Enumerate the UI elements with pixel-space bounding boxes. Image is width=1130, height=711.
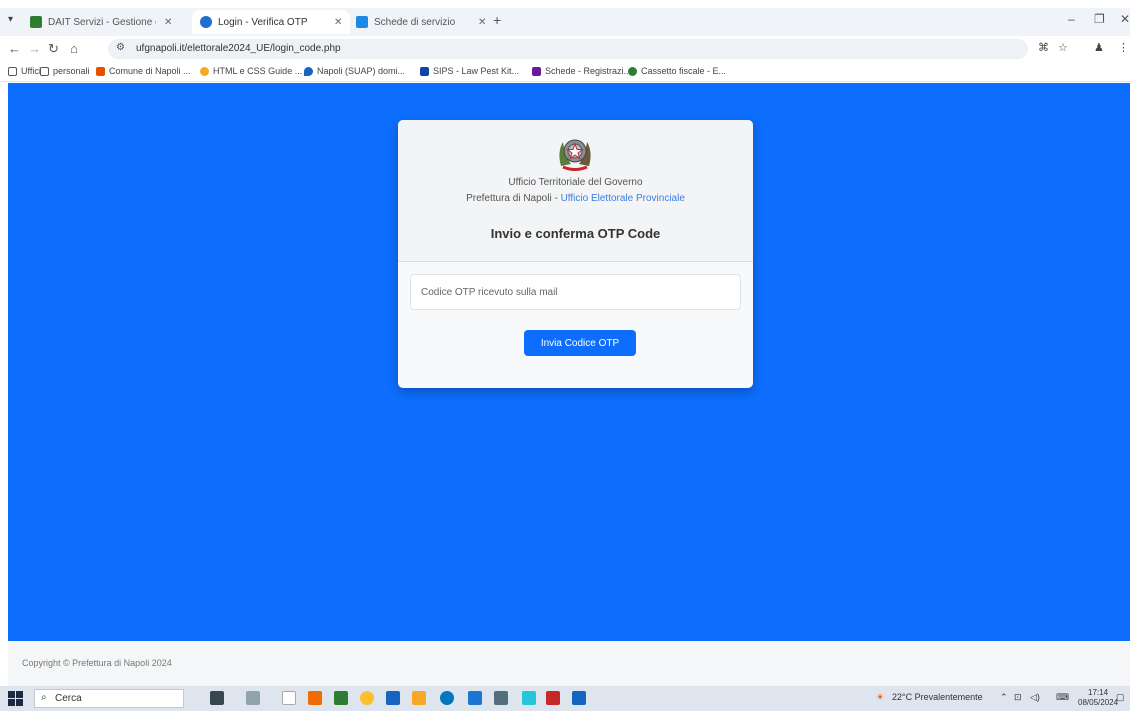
tab-title: Login - Verifica OTP [218, 16, 308, 28]
weather-icon[interactable]: ☀ [876, 692, 884, 703]
address-bar[interactable]: ⚙ ufgnapoli.it/elettorale2024_UE/login_c… [108, 39, 1028, 59]
network-icon[interactable]: ⊡ [1014, 692, 1022, 703]
send-otp-button[interactable]: Invia Codice OTP [524, 330, 636, 356]
profile-icon[interactable]: ♟ [1094, 41, 1104, 54]
bookmark-favicon-icon [200, 66, 209, 76]
file-explorer-icon[interactable] [412, 691, 426, 705]
url-text[interactable]: ufgnapoli.it/elettorale2024_UE/login_cod… [136, 43, 341, 54]
bookmark-folder-uffici[interactable]: Uffici [8, 66, 41, 76]
page-footer: Copyright © Prefettura di Napoli 2024 [8, 641, 1130, 686]
clock-date: 08/05/2024 [1078, 698, 1119, 707]
task-view-icon[interactable] [246, 691, 260, 705]
tray-chevron-icon[interactable]: ⌃ [1000, 692, 1008, 703]
volume-icon[interactable]: ◁) [1030, 692, 1040, 703]
tab-dait-servizi[interactable]: DAIT Servizi - Gestione elettorale ✕ [22, 10, 180, 34]
bookmark-napoli-suap[interactable]: Napoli (SUAP) domi... [304, 66, 405, 76]
menu-icon[interactable]: ⋮ [1118, 41, 1129, 54]
excel-icon[interactable] [334, 691, 348, 705]
page-content: Ufficio Territoriale del Governo Prefett… [8, 83, 1130, 641]
folder-icon [40, 66, 49, 76]
outlook-icon[interactable] [572, 691, 586, 705]
org-name: Ufficio Territoriale del Governo [508, 177, 643, 188]
keyboard-icon[interactable]: ⌨ [1056, 692, 1069, 703]
close-icon[interactable]: ✕ [164, 17, 172, 28]
org-prefix: Prefettura di Napoli - [466, 193, 561, 204]
windows-start-icon[interactable] [8, 691, 23, 706]
windows-taskbar: ⌕ Cerca ☀ 22°C Prevalentemente ⌃ ⊡ ◁) ⌨ … [0, 686, 1130, 711]
bookmark-star-icon[interactable]: ☆ [1058, 41, 1068, 54]
card-header: Ufficio Territoriale del Governo Prefett… [398, 120, 753, 262]
bookmarks-bar: Uffici personali Comune di Napoli ... HT… [0, 62, 1130, 82]
reload-icon[interactable]: ↻ [48, 41, 59, 57]
taskbar-clock[interactable]: 17:14 08/05/2024 [1078, 688, 1118, 708]
bookmark-comune-napoli[interactable]: Comune di Napoli ... [96, 66, 191, 76]
tab-title: DAIT Servizi - Gestione elettorale [48, 16, 156, 28]
translate-icon[interactable]: ⌘ [1038, 41, 1049, 54]
bookmark-favicon-icon [96, 66, 105, 76]
org-subtitle: Prefettura di Napoli - Ufficio Elettoral… [398, 193, 753, 204]
pdf-icon[interactable] [546, 691, 560, 705]
bookmark-folder-personali[interactable]: personali [40, 66, 90, 76]
bookmark-cassetto-fiscale[interactable]: Cassetto fiscale - E... [628, 66, 726, 76]
chrome-icon[interactable] [360, 691, 374, 705]
card-title: Invio e conferma OTP Code [490, 226, 661, 241]
weather-text[interactable]: 22°C Prevalentemente [892, 692, 983, 702]
search-icon: ⌕ [41, 692, 47, 703]
home-icon[interactable]: ⌂ [70, 41, 78, 56]
search-label: Cerca [55, 693, 82, 704]
camera-app-icon[interactable] [210, 691, 224, 705]
app-icon[interactable] [386, 691, 400, 705]
document-icon[interactable] [282, 691, 296, 705]
browser-toolbar: ← → ↻ ⌂ ⚙ ufgnapoli.it/elettorale2024_UE… [0, 36, 1130, 62]
minimize-icon[interactable]: – [1068, 12, 1075, 26]
bookmark-favicon-icon [628, 66, 637, 76]
window-top-edge [0, 0, 1130, 8]
tab-favicon-icon [200, 16, 212, 28]
vlc-icon[interactable] [308, 691, 322, 705]
tab-favicon-icon [30, 16, 42, 28]
browser-tab-strip: ▾ DAIT Servizi - Gestione elettorale ✕ L… [0, 0, 1130, 36]
forward-icon[interactable]: → [28, 41, 41, 56]
taskbar-search[interactable]: ⌕ Cerca [34, 689, 184, 708]
window-close-icon[interactable]: ✕ [1120, 12, 1130, 26]
tab-login-otp[interactable]: Login - Verifica OTP ✕ [192, 10, 351, 34]
site-info-icon[interactable]: ⚙ [116, 42, 125, 53]
tab-title: Schede di servizio [374, 16, 456, 28]
bookmark-favicon-icon [420, 66, 429, 76]
bookmark-sips[interactable]: SIPS - Law Pest Kit... [420, 66, 519, 76]
bookmark-schede[interactable]: Schede - Registrazi... [532, 66, 631, 76]
clock-time: 17:14 [1088, 688, 1109, 697]
tab-favicon-icon [356, 16, 368, 28]
close-icon[interactable]: ✕ [334, 17, 342, 28]
close-icon[interactable]: ✕ [478, 17, 486, 28]
bookmark-html-css[interactable]: HTML e CSS Guide ... [200, 66, 302, 76]
app-icon[interactable] [494, 691, 508, 705]
notification-icon[interactable]: ▢ [1116, 692, 1125, 703]
new-tab-icon[interactable]: + [493, 12, 501, 28]
copyright-text: Copyright © Prefettura di Napoli 2024 [22, 658, 172, 668]
otp-card: Ufficio Territoriale del Governo Prefett… [398, 120, 753, 388]
app-icon[interactable] [522, 691, 536, 705]
italian-emblem-icon [559, 139, 591, 171]
word-icon[interactable] [468, 691, 482, 705]
folder-icon [8, 66, 17, 76]
back-icon[interactable]: ← [8, 41, 21, 56]
map-pin-icon [304, 66, 313, 76]
tab-search-icon[interactable]: ▾ [8, 14, 13, 25]
restore-icon[interactable]: ❐ [1094, 12, 1105, 26]
edge-icon[interactable] [440, 691, 454, 705]
otp-code-input[interactable] [410, 274, 741, 310]
office-link[interactable]: Ufficio Elettorale Provinciale [561, 193, 685, 204]
tab-schede-servizio[interactable]: Schede di servizio ✕ [348, 10, 494, 34]
bookmark-favicon-icon [532, 66, 541, 76]
